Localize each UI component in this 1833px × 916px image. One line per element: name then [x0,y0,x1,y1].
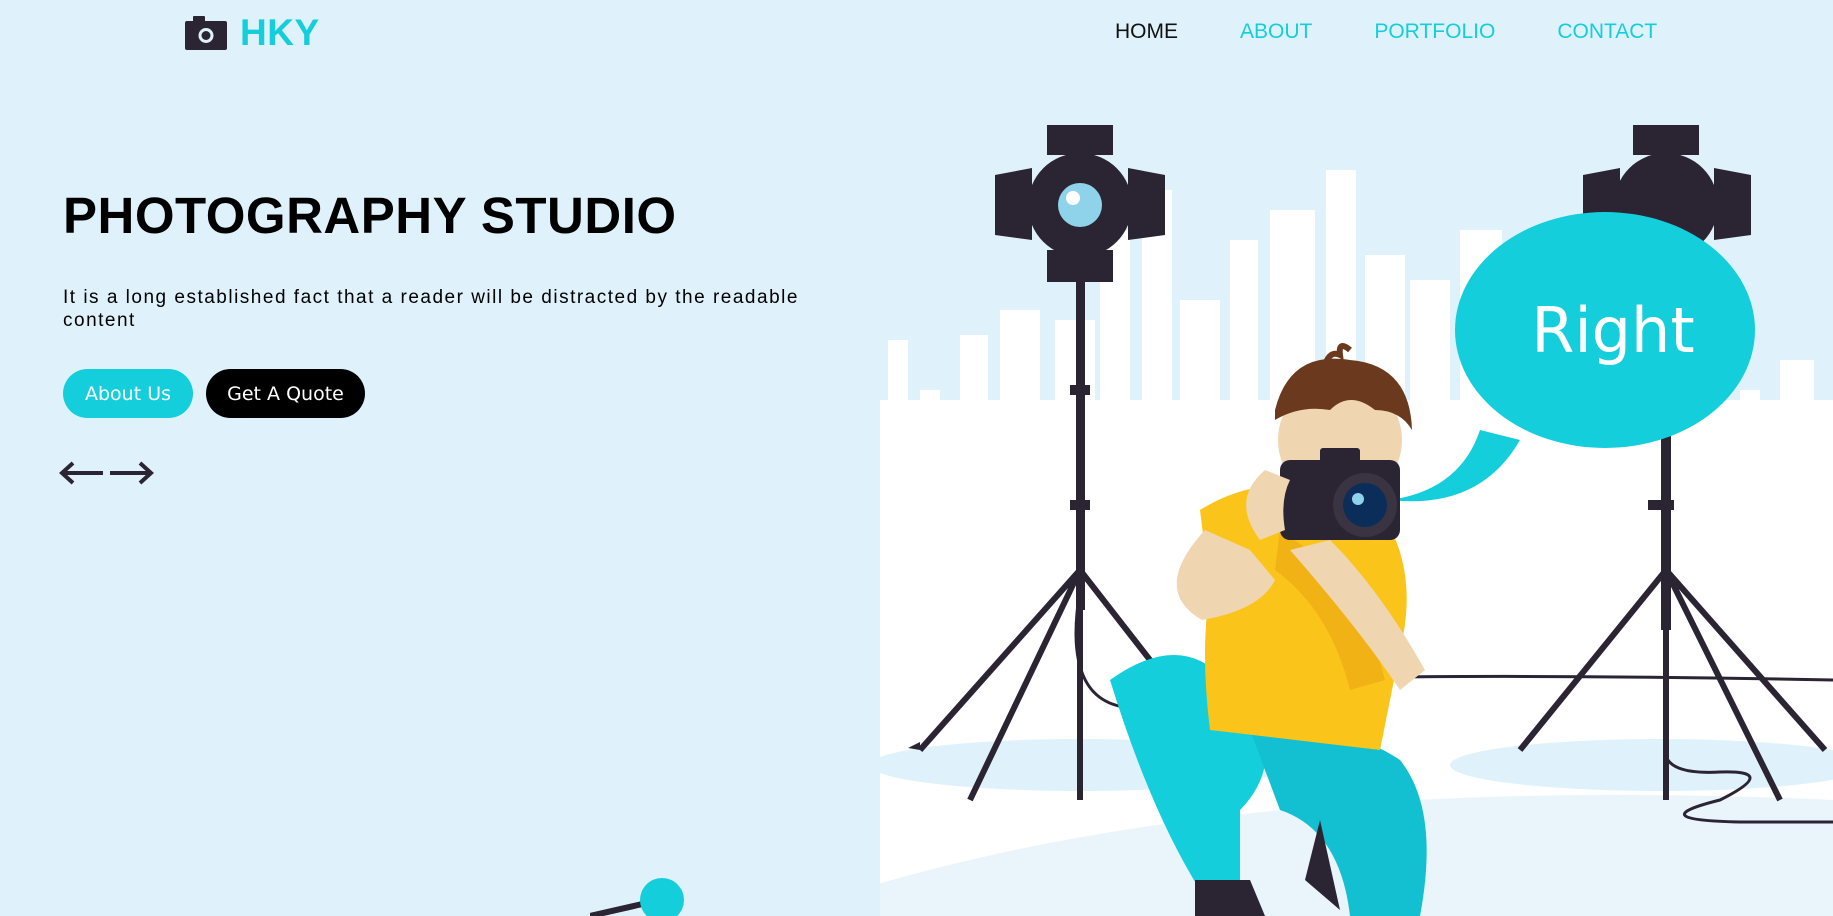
nav-link-portfolio[interactable]: PORTFOLIO [1374,20,1495,44]
camera-icon [185,16,227,50]
about-us-button[interactable]: About Us [63,369,193,418]
main-nav: HOME ABOUT PORTFOLIO CONTACT [1115,20,1719,44]
nav-link-home[interactable]: HOME [1115,20,1178,44]
speech-bubble-text: Right [1531,294,1694,367]
photographer-illustration: Right [880,125,1833,916]
arrow-left-icon[interactable] [59,458,105,488]
nav-link-about[interactable]: ABOUT [1240,20,1312,44]
navbar: HKY HOME ABOUT PORTFOLIO CONTACT [0,0,1833,64]
decorative-pin [590,878,684,916]
brand-logo[interactable]: HKY [184,12,320,54]
get-a-quote-button[interactable]: Get A Quote [206,369,365,418]
hero-description: It is a long established fact that a rea… [63,287,799,331]
brand-name: HKY [240,12,320,53]
nav-link-contact[interactable]: CONTACT [1557,20,1657,44]
hero-title: PHOTOGRAPHY STUDIO [63,187,677,244]
arrow-right-icon[interactable] [108,458,154,488]
